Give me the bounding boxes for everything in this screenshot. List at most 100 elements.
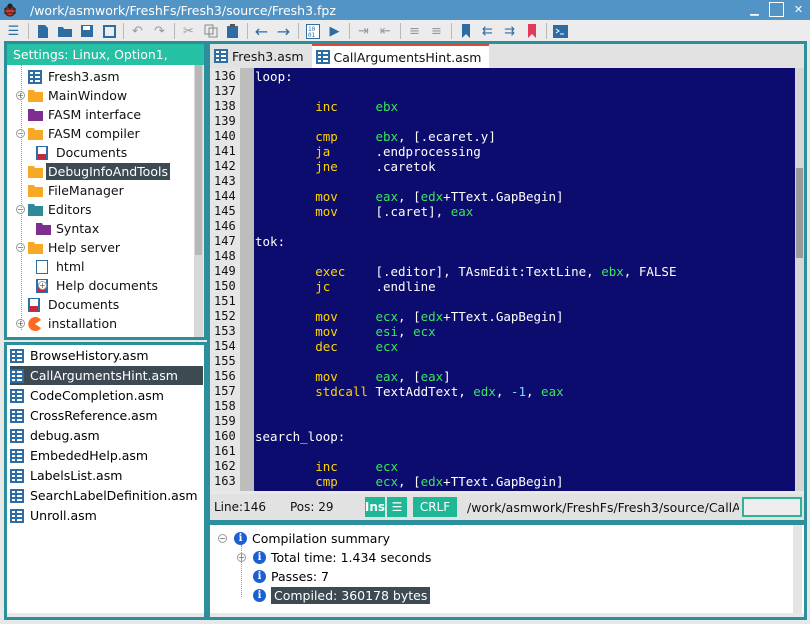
tree-item[interactable]: DebugInfoAndTools (28, 162, 170, 181)
code-line[interactable]: cmp ebx, [.ecaret.y] (255, 129, 795, 144)
run-icon[interactable]: ▶ (325, 22, 344, 40)
save-icon[interactable] (77, 22, 96, 40)
code-line[interactable] (255, 114, 795, 129)
tree-item[interactable]: html (36, 257, 86, 276)
compiled-bytes-row[interactable]: i Compiled: 360178 bytes (253, 586, 431, 605)
results-scrollbar[interactable] (793, 525, 802, 613)
editor-scrollbar-thumb[interactable] (796, 168, 803, 258)
collapse-icon[interactable]: − (218, 534, 227, 543)
file-list-item[interactable]: SearchLabelDefinition.asm (10, 486, 200, 505)
code-line[interactable]: jne .caretok (255, 159, 795, 174)
code-line[interactable] (255, 84, 795, 99)
maximize-icon[interactable] (769, 2, 784, 17)
tree-scrollbar-thumb[interactable] (195, 65, 202, 255)
settings-header[interactable]: Settings: Linux, Option1, (7, 44, 204, 65)
insert-mode-toggle[interactable]: Ins (365, 497, 385, 517)
code-line[interactable]: loop: (255, 69, 795, 84)
code-token: esi (375, 324, 399, 339)
align-right-icon[interactable]: ≡ (427, 22, 446, 40)
code-line[interactable]: inc ecx (255, 459, 795, 474)
back-arrow-icon[interactable]: ← (252, 22, 271, 41)
bookmark-icon[interactable] (456, 22, 475, 40)
code-line[interactable] (255, 294, 795, 309)
code-line[interactable]: tok: (255, 234, 795, 249)
forward-arrow-icon[interactable]: → (274, 22, 293, 41)
code-line[interactable]: mov esi, ecx (255, 324, 795, 339)
code-line[interactable]: mov [.caret], eax (255, 204, 795, 219)
open-folder-icon[interactable] (55, 22, 74, 40)
file-list-item[interactable]: CodeCompletion.asm (10, 386, 166, 405)
close-icon[interactable]: ✕ (791, 2, 806, 17)
passes-row[interactable]: i Passes: 7 (253, 567, 329, 586)
code-line[interactable] (255, 444, 795, 459)
wrap-mode-icon[interactable]: ☰ (387, 497, 407, 517)
file-list-label: LabelsList.asm (30, 468, 123, 483)
minimize-icon[interactable]: ▁ (747, 2, 762, 17)
tree-item[interactable]: FileManager (28, 181, 126, 200)
menu-icon[interactable]: ☰ (4, 22, 23, 40)
file-list-item[interactable]: BrowseHistory.asm (10, 346, 151, 365)
file-list-item[interactable]: LabelsList.asm (10, 466, 124, 485)
code-line[interactable]: mov eax, [edx+TText.GapBegin] (255, 189, 795, 204)
terminal-icon[interactable] (551, 22, 570, 40)
code-line[interactable]: exec [.editor], TAsmEdit:TextLine, ebx, … (255, 264, 795, 279)
outdent-icon[interactable]: ⇤ (376, 22, 395, 40)
editor-tab[interactable]: Fresh3.asm (210, 44, 312, 68)
tree-item[interactable]: installation (28, 314, 119, 333)
code-line[interactable] (255, 249, 795, 264)
code-line[interactable]: mov eax, [eax] (255, 369, 795, 384)
code-line[interactable]: stdcall TextAddText, edx, -1, eax (255, 384, 795, 399)
tree-item[interactable]: MainWindow (28, 86, 129, 105)
tree-scrollbar[interactable] (194, 65, 203, 337)
summary-row[interactable]: i Compilation summary (234, 529, 390, 548)
line-ending-badge[interactable]: CRLF (413, 497, 457, 517)
code-line[interactable]: cmp ecx, [edx+TText.GapBegin] (255, 474, 795, 489)
tree-item[interactable]: Documents (28, 295, 121, 314)
code-line[interactable]: ja .endprocessing (255, 144, 795, 159)
save-all-icon[interactable] (99, 22, 118, 40)
redo-icon[interactable]: ↷ (150, 22, 169, 40)
tree-item[interactable]: Editors (28, 200, 94, 219)
file-list-item[interactable]: CallArgumentsHint.asm (10, 366, 203, 385)
compile-icon[interactable]: 10 01 (303, 22, 322, 40)
code-line[interactable] (255, 414, 795, 429)
code-token: ] (443, 369, 451, 384)
prev-bookmark-icon[interactable]: ⇇ (478, 22, 497, 40)
tree-item[interactable]: Help server (28, 238, 122, 257)
new-file-icon[interactable] (33, 22, 52, 40)
tree-item[interactable]: Syntax (36, 219, 101, 238)
tree-item[interactable]: FASM interface (28, 105, 143, 124)
code-line[interactable]: dec ecx (255, 339, 795, 354)
tree-item[interactable]: FASM compiler (28, 124, 142, 143)
file-list-item[interactable]: debug.asm (10, 426, 102, 445)
code-line[interactable] (255, 219, 795, 234)
cut-icon[interactable]: ✂ (179, 22, 198, 40)
file-list-item[interactable]: Unroll.asm (10, 506, 99, 525)
code-line[interactable]: inc ebx (255, 99, 795, 114)
code-line[interactable] (255, 174, 795, 189)
code-line[interactable]: search_loop: (255, 429, 795, 444)
next-bookmark-icon[interactable]: ⇉ (500, 22, 519, 40)
clear-bookmark-icon[interactable] (522, 22, 541, 40)
align-left-icon[interactable]: ≡ (405, 22, 424, 40)
code-line[interactable] (255, 399, 795, 414)
editor-scrollbar[interactable] (795, 68, 804, 491)
editor-tab[interactable]: CallArgumentsHint.asm (311, 44, 490, 68)
paste-icon[interactable] (223, 22, 242, 40)
expand-icon[interactable]: + (38, 281, 47, 290)
indent-icon[interactable]: ⇥ (354, 22, 373, 40)
total-time-row[interactable]: i Total time: 1.434 seconds (253, 548, 431, 567)
code-line[interactable] (255, 354, 795, 369)
undo-icon[interactable]: ↶ (128, 22, 147, 40)
tree-item[interactable]: Help documents (36, 276, 160, 295)
tree-item[interactable]: Fresh3.asm (28, 67, 122, 86)
code-editor[interactable]: 136 loop: 137 138 inc ebx 139 140 cmp ebx, [.… (210, 68, 804, 491)
code-line[interactable]: jc .endline (255, 279, 795, 294)
file-list-item[interactable]: CrossReference.asm (10, 406, 160, 425)
tree-item[interactable]: Documents (36, 143, 129, 162)
code-line[interactable]: mov ecx, [edx+TText.GapBegin] (255, 309, 795, 324)
copy-icon[interactable] (201, 22, 220, 40)
file-list-item[interactable]: EmbededHelp.asm (10, 446, 150, 465)
